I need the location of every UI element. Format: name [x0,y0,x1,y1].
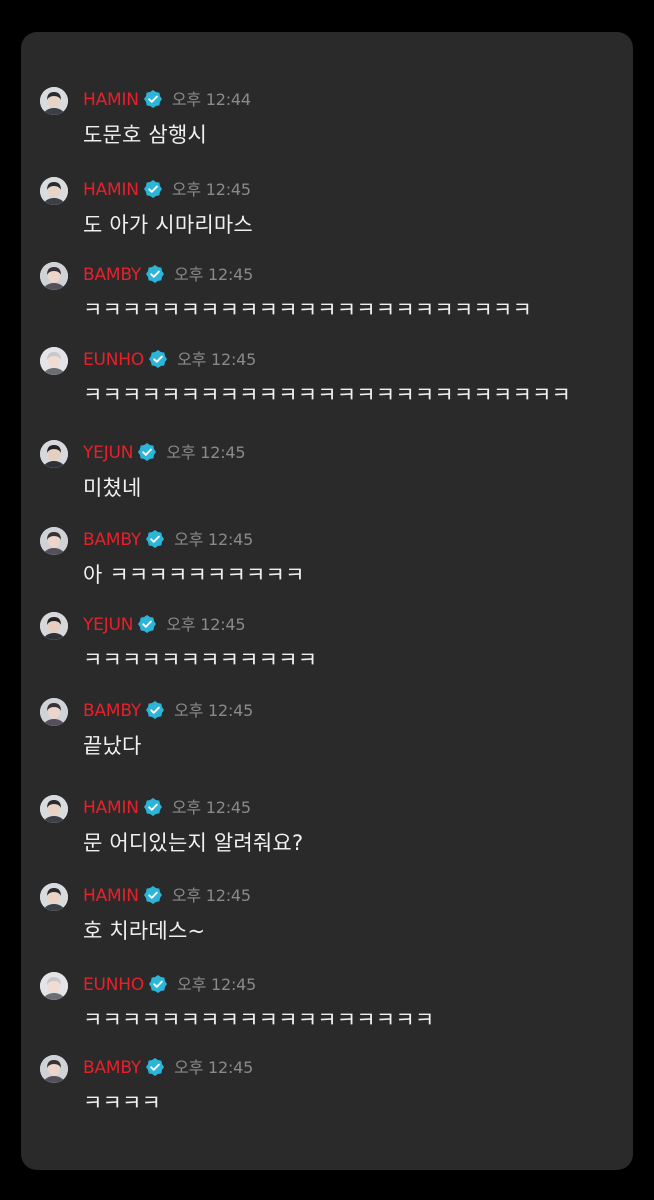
verified-badge-icon [143,798,162,816]
avatar[interactable] [40,262,68,290]
chat-message[interactable]: EUNHO 오후 12:45 ㅋㅋㅋㅋㅋㅋㅋㅋㅋㅋㅋㅋㅋㅋㅋㅋㅋㅋ [21,972,633,1032]
message-text: 끝났다 [83,734,142,758]
message-header: BAMBY 오후 12:45 [83,1057,253,1079]
message-text: 호 치라데스~ [83,919,206,943]
avatar[interactable] [40,87,68,115]
chat-message[interactable]: EUNHO 오후 12:45 ㅋㅋㅋㅋㅋㅋㅋㅋㅋㅋㅋㅋㅋㅋㅋㅋㅋㅋㅋㅋㅋㅋㅋㅋㅋ [21,347,633,407]
chat-message[interactable]: HAMIN 오후 12:45 문 어디있는지 알려줘요? [21,795,633,855]
username[interactable]: EUNHO [83,975,144,995]
message-header: BAMBY 오후 12:45 [83,529,253,551]
username[interactable]: BAMBY [83,1058,141,1078]
avatar[interactable] [40,347,68,375]
verified-badge-icon [138,615,157,633]
chat-message[interactable]: HAMIN 오후 12:44 도문호 삼행시 [21,87,633,147]
message-text: ㅋㅋㅋㅋㅋㅋㅋㅋㅋㅋㅋㅋㅋㅋㅋㅋㅋㅋㅋㅋㅋㅋㅋ [83,298,532,322]
timestamp: 오후 12:45 [166,615,246,634]
message-text: 아 ㅋㅋㅋㅋㅋㅋㅋㅋㅋㅋ [83,563,305,587]
message-header: BAMBY 오후 12:45 [83,700,253,722]
verified-badge-icon [143,90,162,108]
timestamp: 오후 12:45 [171,180,251,199]
message-header: HAMIN 오후 12:45 [83,885,251,907]
chat-message[interactable]: BAMBY 오후 12:45 끝났다 [21,698,633,758]
avatar[interactable] [40,883,68,911]
verified-badge-icon [149,975,168,993]
timestamp: 오후 12:45 [166,443,246,462]
timestamp: 오후 12:45 [171,886,251,905]
timestamp: 오후 12:45 [174,701,254,720]
chat-message[interactable]: YEJUN 오후 12:45 ㅋㅋㅋㅋㅋㅋㅋㅋㅋㅋㅋㅋ [21,612,633,672]
avatar[interactable] [40,527,68,555]
message-text: 도문호 삼행시 [83,123,207,147]
message-text: 미쳤네 [83,476,142,500]
message-text: ㅋㅋㅋㅋ [83,1091,162,1115]
username[interactable]: YEJUN [83,615,134,635]
username[interactable]: HAMIN [83,798,139,818]
avatar[interactable] [40,440,68,468]
message-text: 도 아가 시마리마스 [83,213,253,237]
message-header: YEJUN 오후 12:45 [83,442,246,464]
message-header: HAMIN 오후 12:45 [83,179,251,201]
timestamp: 오후 12:45 [174,530,254,549]
username[interactable]: YEJUN [83,443,134,463]
username[interactable]: HAMIN [83,90,139,110]
message-text: 문 어디있는지 알려줘요? [83,831,304,855]
message-header: YEJUN 오후 12:45 [83,614,246,636]
username[interactable]: HAMIN [83,886,139,906]
username[interactable]: BAMBY [83,265,141,285]
message-text: ㅋㅋㅋㅋㅋㅋㅋㅋㅋㅋㅋㅋㅋㅋㅋㅋㅋㅋㅋㅋㅋㅋㅋㅋㅋ [83,383,571,407]
chat-message[interactable]: HAMIN 오후 12:45 도 아가 시마리마스 [21,177,633,237]
verified-badge-icon [146,530,165,548]
username[interactable]: HAMIN [83,180,139,200]
chat-message[interactable]: BAMBY 오후 12:45 아 ㅋㅋㅋㅋㅋㅋㅋㅋㅋㅋ [21,527,633,587]
message-header: HAMIN 오후 12:44 [83,89,251,111]
username[interactable]: EUNHO [83,350,144,370]
verified-badge-icon [146,701,165,719]
message-header: HAMIN 오후 12:45 [83,797,251,819]
avatar[interactable] [40,612,68,640]
message-header: EUNHO 오후 12:45 [83,349,256,371]
verified-badge-icon [146,265,165,283]
timestamp: 오후 12:45 [171,798,251,817]
username[interactable]: BAMBY [83,701,141,721]
timestamp: 오후 12:45 [174,265,254,284]
verified-badge-icon [138,443,157,461]
message-header: EUNHO 오후 12:45 [83,974,256,996]
verified-badge-icon [143,180,162,198]
message-text: ㅋㅋㅋㅋㅋㅋㅋㅋㅋㅋㅋㅋㅋㅋㅋㅋㅋㅋ [83,1008,435,1032]
avatar[interactable] [40,177,68,205]
verified-badge-icon [146,1058,165,1076]
avatar[interactable] [40,972,68,1000]
username[interactable]: BAMBY [83,530,141,550]
message-header: BAMBY 오후 12:45 [83,264,253,286]
timestamp: 오후 12:45 [174,1058,254,1077]
chat-message[interactable]: HAMIN 오후 12:45 호 치라데스~ [21,883,633,943]
timestamp: 오후 12:45 [177,350,257,369]
verified-badge-icon [149,350,168,368]
chat-message[interactable]: BAMBY 오후 12:45 ㅋㅋㅋㅋㅋㅋㅋㅋㅋㅋㅋㅋㅋㅋㅋㅋㅋㅋㅋㅋㅋㅋㅋ [21,262,633,322]
avatar[interactable] [40,795,68,823]
verified-badge-icon [143,886,162,904]
timestamp: 오후 12:45 [177,975,257,994]
avatar[interactable] [40,1055,68,1083]
avatar[interactable] [40,698,68,726]
timestamp: 오후 12:44 [171,90,251,109]
chat-message[interactable]: YEJUN 오후 12:45 미쳤네 [21,440,633,500]
message-text: ㅋㅋㅋㅋㅋㅋㅋㅋㅋㅋㅋㅋ [83,648,318,672]
chat-message[interactable]: BAMBY 오후 12:45 ㅋㅋㅋㅋ [21,1055,633,1115]
